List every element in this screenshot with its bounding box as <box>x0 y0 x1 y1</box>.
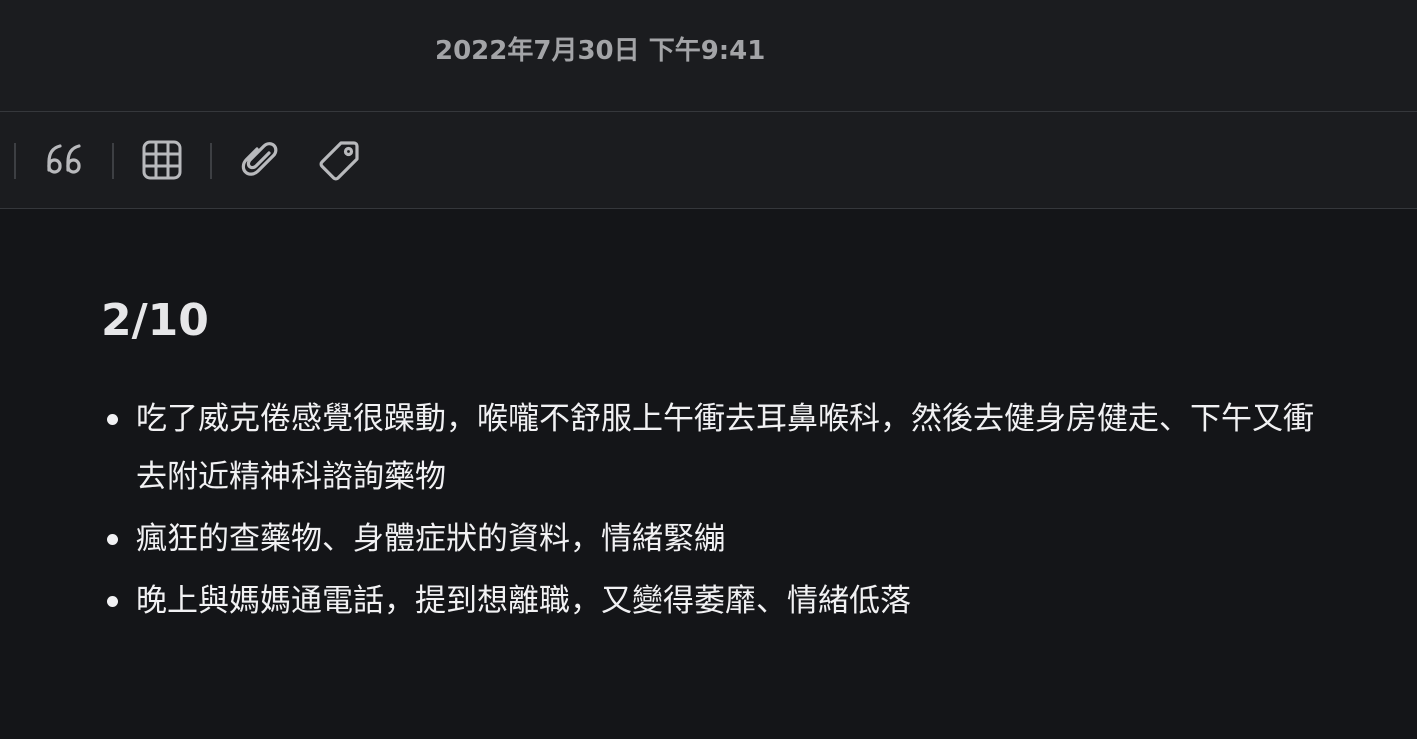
toolbar-divider <box>210 143 212 179</box>
bullet-icon <box>107 596 118 607</box>
tag-icon <box>319 141 359 181</box>
list-item[interactable]: 晚上與媽媽通電話，提到想離職，又變得萎靡、情緒低落 <box>103 572 1343 630</box>
list-item-text: 瘋狂的查藥物、身體症狀的資料，情緒緊繃 <box>136 521 725 557</box>
quote-button[interactable] <box>42 138 86 182</box>
note-body[interactable]: 2/10 吃了威克倦感覺很躁動，喉嚨不舒服上午衝去耳鼻喉科，然後去健身房健走、下… <box>0 209 1417 739</box>
paperclip-icon <box>241 142 278 176</box>
table-icon <box>142 140 182 180</box>
bullet-list: 吃了威克倦感覺很躁動，喉嚨不舒服上午衝去耳鼻喉科，然後去健身房健走、下午又衝去附… <box>103 390 1343 634</box>
quote-icon <box>47 144 81 174</box>
attachment-button[interactable] <box>238 138 282 182</box>
list-item[interactable]: 吃了威克倦感覺很躁動，喉嚨不舒服上午衝去耳鼻喉科，然後去健身房健走、下午又衝去附… <box>103 390 1343 506</box>
formatting-toolbar <box>0 112 1417 209</box>
tag-button[interactable] <box>318 138 362 182</box>
bullet-icon <box>107 534 118 545</box>
note-header: 2022年7月30日 下午9:41 <box>0 0 1417 112</box>
table-button[interactable] <box>140 138 184 182</box>
note-title[interactable]: 2/10 <box>101 295 209 347</box>
note-timestamp: 2022年7月30日 下午9:41 <box>435 36 766 66</box>
list-item[interactable]: 瘋狂的查藥物、身體症狀的資料，情緒緊繃 <box>103 510 1343 568</box>
bullet-icon <box>107 414 118 425</box>
list-item-text: 晚上與媽媽通電話，提到想離職，又變得萎靡、情緒低落 <box>136 583 911 619</box>
toolbar-divider <box>112 143 114 179</box>
list-item-text: 吃了威克倦感覺很躁動，喉嚨不舒服上午衝去耳鼻喉科，然後去健身房健走、下午又衝去附… <box>136 401 1314 495</box>
toolbar-divider <box>14 143 16 179</box>
